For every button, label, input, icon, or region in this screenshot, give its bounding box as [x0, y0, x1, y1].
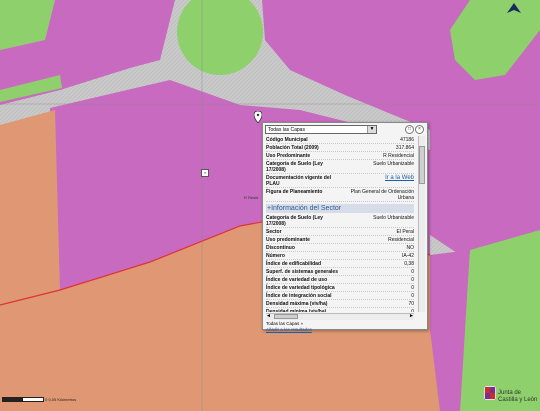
table-row: Población Total (2009) 317.864	[266, 144, 414, 152]
maximize-icon[interactable]: □	[405, 125, 414, 134]
attribute-table-municipio: Código Municipal 47186 Población Total (20…	[266, 136, 414, 202]
scale-bar-graphic	[2, 397, 44, 403]
attribute-label: Uso Predominante	[266, 152, 311, 159]
attribute-value: El Peral	[396, 228, 414, 235]
table-row: Uso Predominante R Residencial	[266, 152, 414, 160]
attribute-value: Plan General de Ordenación Urbana	[350, 188, 414, 201]
attribute-label: Índice de integración social	[266, 292, 332, 299]
attribute-label: Figura de Planeamiento	[266, 188, 323, 195]
attribute-label: Uso predominante	[266, 236, 310, 243]
table-row: Sector El Peral	[266, 228, 414, 236]
attribute-label: Densidad máxima (viv/ha)	[266, 300, 328, 307]
logo-line-2: Castilla y León	[498, 397, 538, 403]
attribute-label: Población Total (2009)	[266, 144, 319, 151]
map-marker-icon[interactable]: ×	[201, 169, 209, 177]
attribute-label: Categoría de Suelo (Ley 17/2008)	[266, 214, 323, 227]
popup-content: Código Municipal 47186 Población Total (20…	[266, 136, 414, 312]
scale-bar-text: 0 0,05 Kilómetros	[45, 397, 77, 402]
attribute-value: 0	[411, 292, 414, 299]
scrollbar-thumb-h[interactable]	[274, 314, 298, 319]
attribute-value: 317.864	[395, 144, 414, 151]
table-row: Figura de Planeamiento Plan General de Or…	[266, 188, 414, 202]
popup-horizontal-scrollbar[interactable]: ◄ ►	[266, 313, 414, 320]
table-row: Documentación vigente del PLAU Ir a la We…	[266, 174, 414, 188]
table-row: Densidad máxima (viv/ha) 70	[266, 300, 414, 308]
attribute-label: Índice de variedad de uso	[266, 276, 328, 283]
logo-line-1: Junta de	[498, 390, 522, 396]
scale-bar: 0 0,05 Kilómetros	[2, 397, 77, 403]
close-icon[interactable]: ×	[415, 125, 424, 134]
layer-select-value: Todas las Capas	[268, 127, 305, 133]
map-zone-label: R Resid	[244, 195, 259, 200]
table-row: Índice de variedad de uso 0	[266, 276, 414, 284]
attribute-label: Documentación vigente del PLAU	[266, 174, 332, 187]
attribute-value: 0	[411, 284, 414, 291]
attribute-value: 0	[411, 268, 414, 275]
attribute-value: 0,38	[404, 260, 414, 267]
attribute-label: Sector	[266, 228, 282, 235]
table-row: Índice de integración social 0	[266, 292, 414, 300]
section-header-sector[interactable]: +Información del Sector	[266, 204, 414, 213]
junta-castilla-leon-logo: Junta de Castilla y León	[484, 380, 540, 411]
attribute-value: NO	[406, 244, 415, 251]
north-arrow-icon	[507, 0, 521, 13]
table-row: Densidad mínima (viv/ha) 0	[266, 308, 414, 313]
zone-orange-left	[0, 110, 60, 305]
attribute-table-sector: Categoría de Suelo (Ley 17/2008) Suelo Ur…	[266, 214, 414, 312]
scrollbar-thumb[interactable]	[419, 146, 425, 184]
table-row: Índice de edificabilidad 0,38	[266, 260, 414, 268]
attribute-value: IA-42	[402, 252, 414, 259]
popup-vertical-scrollbar[interactable]	[418, 136, 425, 312]
table-row: Superf. de sistemas generales 0	[266, 268, 414, 276]
table-row: Uso predominante Residencial	[266, 236, 414, 244]
scroll-right-icon[interactable]: ►	[409, 313, 414, 319]
attribute-label: Categoría de Suelo (Ley 17/2008)	[266, 160, 323, 173]
info-popup: Todas las Capas ▼ □ × Código Municipal 47…	[262, 122, 428, 333]
attribute-label: Número	[266, 252, 285, 259]
attribute-value: Suelo Urbanizable	[373, 160, 414, 167]
table-row: Código Municipal 47186	[266, 136, 414, 144]
web-link[interactable]: Ir a la Web	[346, 175, 414, 181]
table-row: Categoría de Suelo (Ley 17/2008) Suelo Ur…	[266, 214, 414, 228]
attribute-value: Suelo Urbanizable	[373, 214, 414, 221]
table-row: Índice de variedad tipológica 0	[266, 284, 414, 292]
attribute-label: Superf. de sistemas generales	[266, 268, 338, 275]
attribute-value: 47186	[400, 136, 414, 143]
attribute-value: 70	[408, 300, 414, 307]
attribute-value: Residencial	[388, 236, 414, 243]
attribute-label: Índice de edificabilidad	[266, 260, 322, 267]
attribute-value: R Residencial	[383, 152, 414, 159]
attribute-label: Índice de variedad tipológica	[266, 284, 335, 291]
coat-of-arms-icon	[484, 386, 496, 400]
scroll-left-icon[interactable]: ◄	[266, 313, 271, 319]
chevron-down-icon[interactable]: ▼	[367, 126, 376, 133]
attribute-label: Densidad mínima (viv/ha)	[266, 308, 327, 313]
popup-footer: Todas las Capas » Añadir a los resultado…	[266, 321, 312, 333]
table-row: Categoría de Suelo (Ley 17/2008) Suelo Ur…	[266, 160, 414, 174]
attribute-label: Código Municipal	[266, 136, 308, 143]
attribute-label: Discontinuo	[266, 244, 295, 251]
layer-select[interactable]: Todas las Capas ▼	[265, 125, 377, 134]
table-row: Discontinuo NO	[266, 244, 414, 252]
add-to-results-link[interactable]: Añadir a los resultados	[266, 327, 312, 333]
location-pin-icon[interactable]	[253, 110, 263, 124]
attribute-value: 0	[411, 276, 414, 283]
attribute-value: 0	[411, 308, 414, 313]
table-row: Número IA-42	[266, 252, 414, 260]
